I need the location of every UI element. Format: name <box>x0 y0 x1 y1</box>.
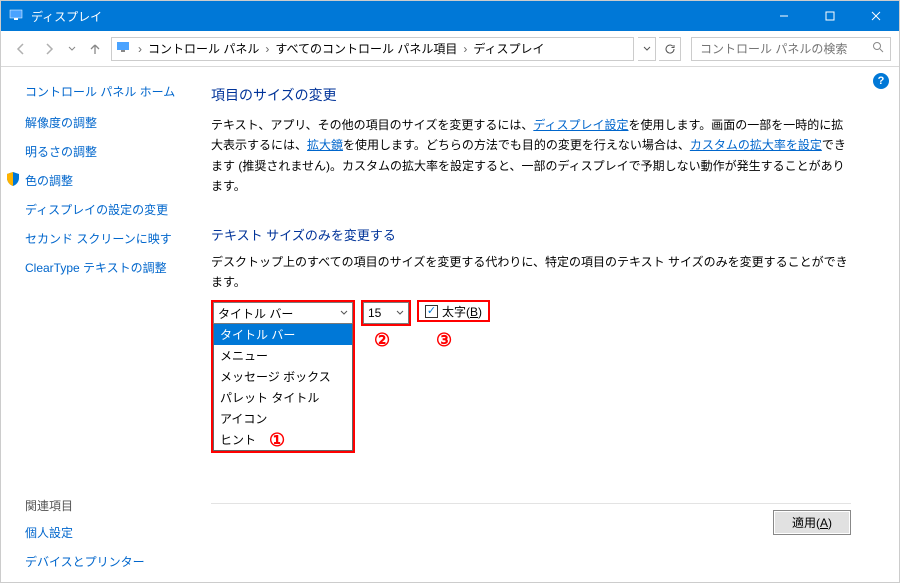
chevron-right-icon: › <box>263 42 271 56</box>
chevron-right-icon: › <box>136 42 144 56</box>
sidebar-link-cleartype[interactable]: ClearType テキストの調整 <box>25 259 187 276</box>
nav-up-button[interactable] <box>83 37 107 61</box>
sidebar-link-color[interactable]: 色の調整 <box>25 172 187 189</box>
chevron-down-icon <box>396 306 404 320</box>
window-titlebar: ディスプレイ <box>1 1 899 31</box>
display-icon <box>116 40 130 57</box>
search-icon <box>872 41 884 56</box>
sidebar-link-second-screen[interactable]: セカンド スクリーンに映す <box>25 230 187 247</box>
refresh-button[interactable] <box>659 37 681 61</box>
search-box[interactable] <box>691 37 891 61</box>
breadcrumb-item[interactable]: すべてのコントロール パネル項目 <box>273 40 459 57</box>
breadcrumb[interactable]: › コントロール パネル › すべてのコントロール パネル項目 › ディスプレイ <box>111 37 634 61</box>
item-option[interactable]: パレット タイトル <box>214 387 352 408</box>
main-content: 項目のサイズの変更 テキスト、アプリ、その他の項目のサイズを変更するには、ディス… <box>201 67 899 584</box>
sidebar-link-display-settings[interactable]: ディスプレイの設定の変更 <box>25 201 187 218</box>
heading-item-size: 項目のサイズの変更 <box>211 85 871 105</box>
item-select-value: タイトル バー <box>218 305 293 322</box>
link-magnifier[interactable]: 拡大鏡 <box>307 138 343 152</box>
nav-back-button[interactable] <box>9 37 33 61</box>
shield-icon <box>7 172 19 189</box>
sidebar-link-resolution[interactable]: 解像度の調整 <box>25 114 187 131</box>
item-select-combo[interactable]: タイトル バー <box>213 302 353 324</box>
annotation-box-2: 15 <box>361 300 411 326</box>
text-size-desc: デスクトップ上のすべての項目のサイズを変更する代わりに、特定の項目のテキスト サ… <box>211 252 851 293</box>
bold-checkbox[interactable]: ✓ <box>425 305 438 318</box>
sidebar-link-personalization[interactable]: 個人設定 <box>25 524 187 541</box>
apply-button[interactable]: 適用(A) <box>773 510 851 535</box>
size-select-value: 15 <box>368 306 381 320</box>
breadcrumb-item[interactable]: ディスプレイ <box>471 40 546 57</box>
control-panel-home-link[interactable]: コントロール パネル ホーム <box>25 83 187 100</box>
close-button[interactable] <box>853 1 899 31</box>
annotation-box-3: ✓ 太字(B) <box>417 300 490 322</box>
chevron-right-icon: › <box>461 42 469 56</box>
address-bar: › コントロール パネル › すべてのコントロール パネル項目 › ディスプレイ <box>1 31 899 67</box>
search-input[interactable] <box>698 41 884 57</box>
item-option[interactable]: メッセージ ボックス <box>214 366 352 387</box>
nav-recent-button[interactable] <box>65 37 79 61</box>
description-text: テキスト、アプリ、その他の項目のサイズを変更するには、ディスプレイ設定を使用しま… <box>211 115 851 197</box>
annotation-label-3: ③ <box>436 330 452 351</box>
item-option[interactable]: メニュー <box>214 345 352 366</box>
size-select-combo[interactable]: 15 <box>363 302 409 324</box>
bold-label: 太字(B) <box>442 303 482 320</box>
annotation-label-1: ① <box>269 430 285 451</box>
related-items-heading: 関連項目 <box>25 497 187 514</box>
item-option[interactable]: タイトル バー <box>214 324 352 345</box>
chevron-down-icon <box>340 306 348 320</box>
item-option[interactable]: アイコン <box>214 408 352 429</box>
breadcrumb-item[interactable]: コントロール パネル <box>146 40 261 57</box>
link-display-settings[interactable]: ディスプレイ設定 <box>533 118 628 132</box>
annotation-label-2: ② <box>374 330 390 351</box>
window-title: ディスプレイ <box>31 8 761 25</box>
display-icon <box>9 8 23 25</box>
divider <box>211 503 851 504</box>
minimize-button[interactable] <box>761 1 807 31</box>
sidebar-link-devices[interactable]: デバイスとプリンター <box>25 553 187 570</box>
dropdown-history-button[interactable] <box>638 37 656 61</box>
link-custom-scaling[interactable]: カスタムの拡大率を設定 <box>690 138 822 152</box>
sidebar: コントロール パネル ホーム 解像度の調整 明るさの調整 色の調整 ディスプレイ… <box>1 67 201 584</box>
nav-forward-button[interactable] <box>37 37 61 61</box>
maximize-button[interactable] <box>807 1 853 31</box>
heading-text-size: テキスト サイズのみを変更する <box>211 225 871 244</box>
sidebar-link-brightness[interactable]: 明るさの調整 <box>25 143 187 160</box>
